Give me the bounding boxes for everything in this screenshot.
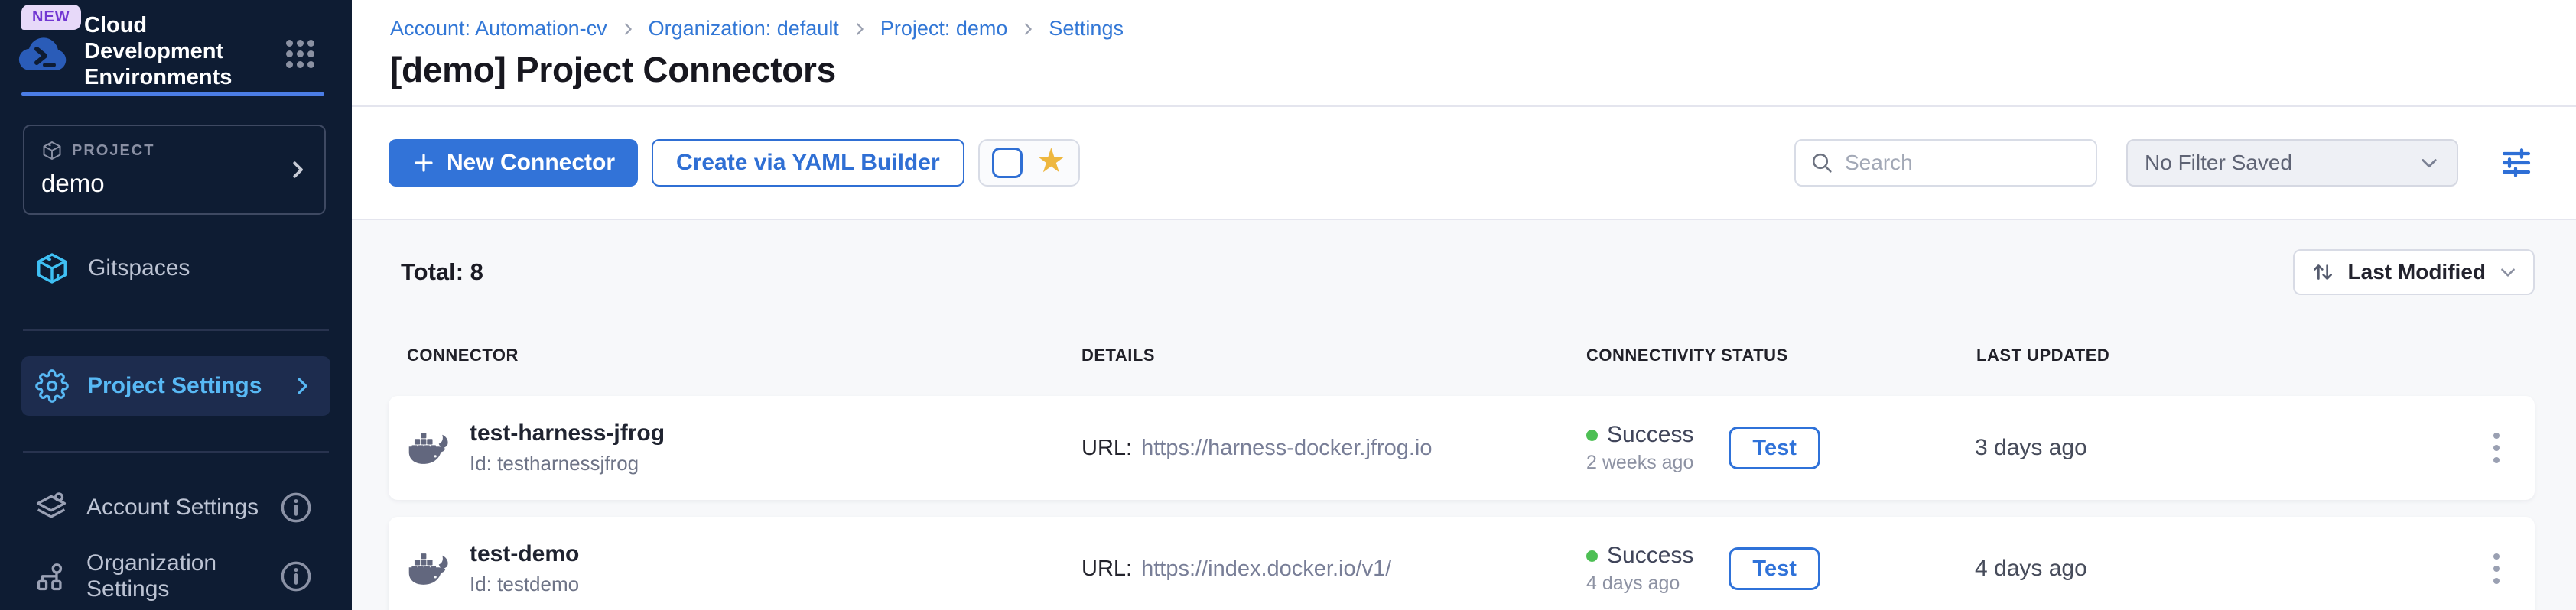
table-row[interactable]: test-demo Id: testdemo URL: https://index… — [389, 517, 2535, 610]
connector-name: test-harness-jfrog — [470, 420, 665, 446]
toolbar: New Connector Create via YAML Builder ★ … — [352, 107, 2576, 220]
sidebar-divider — [23, 329, 329, 331]
sidebar-divider — [23, 451, 329, 453]
cloud-terminal-logo-icon — [18, 34, 69, 78]
sidebar-item-label: Project Settings — [87, 373, 262, 399]
saved-filter-dropdown[interactable]: No Filter Saved — [2126, 139, 2458, 187]
search-input[interactable] — [1845, 151, 2082, 175]
sort-dropdown[interactable]: Last Modified — [2293, 249, 2535, 295]
org-chart-gear-icon — [34, 560, 68, 593]
connectors-list: Total: 8 Last Modified CONNECTOR DETAILS… — [352, 220, 2576, 610]
search-icon — [1810, 151, 1834, 175]
last-updated: 4 days ago — [1956, 556, 2443, 582]
breadcrumb: Account: Automation-cv Organization: def… — [390, 17, 1124, 41]
search-box — [1794, 139, 2097, 187]
info-icon[interactable] — [278, 490, 314, 525]
chevron-right-icon — [851, 21, 868, 37]
sidebar-item-project-settings[interactable]: Project Settings — [21, 356, 330, 416]
chevron-right-icon — [620, 21, 636, 37]
sidebar-item-label: Account Settings — [86, 495, 259, 521]
sort-value: Last Modified — [2348, 260, 2486, 284]
chevron-down-icon — [2498, 262, 2518, 282]
sidebar-item-label: Gitspaces — [88, 255, 190, 281]
yaml-builder-label: Create via YAML Builder — [676, 150, 940, 176]
connector-id: Id: testharnessjfrog — [470, 452, 665, 475]
row-menu-icon[interactable] — [2484, 544, 2509, 593]
star-icon: ★ — [1036, 144, 1066, 178]
info-icon[interactable] — [278, 559, 314, 594]
gear-icon — [35, 369, 69, 403]
plus-icon — [411, 151, 436, 175]
project-selector[interactable]: PROJECT demo — [23, 125, 326, 215]
project-label: PROJECT — [72, 142, 154, 160]
column-header-details: DETAILS — [1062, 346, 1566, 365]
chevron-right-icon — [286, 158, 309, 181]
sidebar-item-label: Organization Settings — [86, 550, 260, 602]
status-text: Success — [1607, 543, 1693, 569]
row-menu-icon[interactable] — [2484, 423, 2509, 472]
breadcrumb-project-link[interactable]: Project: demo — [880, 17, 1008, 41]
favorites-checkbox[interactable] — [992, 148, 1023, 178]
gitspaces-cube-icon — [34, 251, 70, 286]
brand-header: NEW Cloud Development Environments — [0, 0, 352, 98]
brand-underline — [21, 92, 324, 96]
chevron-right-icon — [1020, 21, 1036, 37]
column-header-connector: CONNECTOR — [389, 346, 1062, 365]
new-connector-button[interactable]: New Connector — [389, 139, 638, 187]
product-title: Cloud Development Environments — [84, 12, 260, 90]
table-row[interactable]: test-harness-jfrog Id: testharnessjfrog … — [389, 396, 2535, 500]
favorites-filter-group: ★ — [978, 139, 1080, 187]
sidebar-item-gitspaces[interactable]: Gitspaces — [0, 248, 352, 288]
app-grid-icon[interactable] — [286, 40, 314, 68]
new-connector-label: New Connector — [447, 150, 615, 176]
sort-arrows-icon — [2310, 259, 2336, 285]
connector-name: test-demo — [470, 541, 579, 567]
column-header-last-updated: LAST UPDATED — [1956, 346, 2443, 365]
test-button[interactable]: Test — [1729, 547, 1820, 590]
status-time: 2 weeks ago — [1586, 452, 1693, 474]
sidebar-item-account-settings[interactable]: Account Settings — [0, 488, 352, 527]
page-title: [demo] Project Connectors — [390, 49, 836, 90]
test-button[interactable]: Test — [1729, 427, 1820, 469]
status-time: 4 days ago — [1586, 573, 1693, 595]
chevron-right-icon — [291, 375, 314, 397]
sidebar-item-organization-settings[interactable]: Organization Settings — [0, 556, 352, 596]
project-cube-icon — [41, 140, 63, 161]
url-value: https://index.docker.io/v1/ — [1141, 556, 1391, 581]
new-badge: NEW — [21, 5, 81, 30]
saved-filter-value: No Filter Saved — [2145, 151, 2292, 175]
url-label: URL: — [1081, 436, 1132, 460]
chevron-down-icon — [2418, 152, 2440, 174]
url-label: URL: — [1081, 556, 1132, 581]
table-header-row: CONNECTOR DETAILS CONNECTIVITY STATUS LA… — [389, 346, 2535, 365]
yaml-builder-button[interactable]: Create via YAML Builder — [652, 139, 964, 187]
status-text: Success — [1607, 422, 1693, 448]
status-dot — [1586, 550, 1598, 562]
sidebar: NEW Cloud Development Environments PROJE… — [0, 0, 352, 610]
filter-sliders-icon[interactable] — [2498, 144, 2535, 181]
last-updated: 3 days ago — [1956, 435, 2443, 461]
main-panel: Account: Automation-cv Organization: def… — [352, 0, 2576, 610]
layers-gear-icon — [34, 491, 68, 524]
connector-id: Id: testdemo — [470, 573, 579, 596]
docker-icon — [407, 547, 451, 591]
breadcrumb-organization-link[interactable]: Organization: default — [649, 17, 839, 41]
breadcrumb-settings-link[interactable]: Settings — [1049, 17, 1124, 41]
status-dot — [1586, 430, 1598, 441]
url-value: https://harness-docker.jfrog.io — [1141, 436, 1432, 460]
page-header: Account: Automation-cv Organization: def… — [352, 0, 2576, 107]
project-name: demo — [41, 169, 307, 198]
breadcrumb-account-link[interactable]: Account: Automation-cv — [390, 17, 607, 41]
total-count: Total: 8 — [401, 258, 483, 286]
docker-icon — [407, 426, 451, 470]
column-header-connectivity-status: CONNECTIVITY STATUS — [1566, 346, 1956, 365]
